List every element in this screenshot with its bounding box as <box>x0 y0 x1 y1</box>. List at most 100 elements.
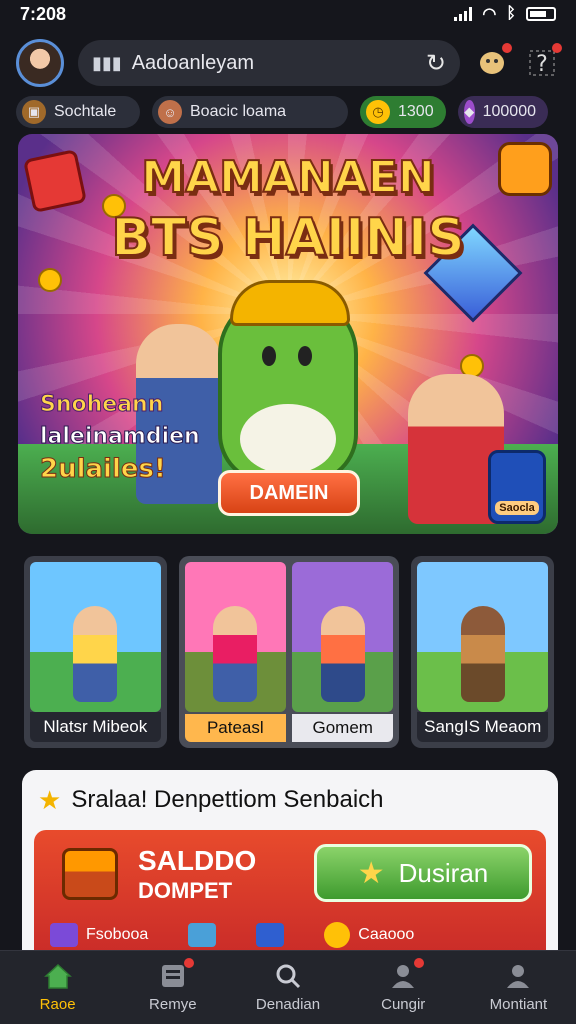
bluetooth-icon: ᛒ <box>506 5 516 22</box>
game-card-half[interactable]: Gomem <box>292 562 394 742</box>
currency-pill-gems[interactable]: ◆ 100000 <box>458 96 548 128</box>
wallet-item[interactable]: Fsobooa <box>50 923 148 947</box>
game-card[interactable]: SangIS Meaom <box>411 556 555 748</box>
game-card-label: Nlatsr Mibeok <box>30 712 161 742</box>
character-figure <box>320 606 365 702</box>
hero-side-text-2: laleinamdien <box>40 424 201 450</box>
chat-icon[interactable] <box>474 43 512 81</box>
tab-label: Raoe <box>39 996 76 1013</box>
gem-icon: ◆ <box>464 100 475 124</box>
svg-text:?: ? <box>536 52 548 77</box>
tab-label: Denadian <box>255 996 321 1013</box>
wallet-card: SALDDO DOMPET ★ Dusiran Fsobooa Caaooo <box>34 830 546 970</box>
gift-icon <box>50 923 78 947</box>
character-figure <box>73 606 118 702</box>
panel-heading-text: Sralaa! Denpettiom Senbaich <box>71 786 384 813</box>
hero-side-text-1: Snoheann <box>39 392 164 418</box>
currency-row: ▣ Sochtale ☺ Boacic loama ◷ 1300 ◆ 10000… <box>16 96 560 130</box>
signal-icon <box>454 7 473 21</box>
ticket-icon: ▣ <box>22 100 46 124</box>
currency-label: Boacic loama <box>190 103 287 120</box>
treasure-chest-icon <box>62 848 118 900</box>
wallet-title-line2: DOMPET <box>138 878 233 903</box>
hero-side-text-3: 2ulailes! <box>40 454 167 485</box>
phone-badge-icon[interactable]: Saocla <box>488 450 546 524</box>
coin-icon <box>324 922 351 948</box>
clock-coin-icon: ◷ <box>366 100 390 124</box>
hero-banner[interactable]: MAMANAEN BTS HAIINIS Snoheann laleinamdi… <box>18 134 558 534</box>
wifi-icon: ◠ <box>482 6 497 23</box>
wallet-item[interactable] <box>188 923 217 947</box>
game-card-label: Gomem <box>292 714 394 742</box>
mascot-eye <box>298 346 312 366</box>
wallet-panel: ★ Sralaa! Denpettiom Senbaich SALDDO DOM… <box>22 770 558 970</box>
mascot-belly <box>240 404 336 474</box>
news-icon <box>158 958 194 990</box>
character-figure <box>213 606 258 702</box>
status-icons: ◠ ᛒ <box>454 4 556 24</box>
currency-pill-boacic[interactable]: ☺ Boacic loama <box>152 96 348 128</box>
currency-pill-coins[interactable]: ◷ 1300 <box>360 96 446 128</box>
wallet-items: Fsobooa Caaooo <box>50 922 530 948</box>
battery-icon <box>526 7 556 21</box>
profile-icon <box>507 965 530 988</box>
card-icon <box>256 923 285 947</box>
game-card-art <box>417 562 549 712</box>
star-icon: ★ <box>357 856 385 890</box>
wallet-item[interactable]: Caaooo <box>324 922 414 948</box>
status-time: 7:208 <box>20 3 67 24</box>
address-bar[interactable]: ▮▮▮ Aadoanleyam ↻ <box>78 40 460 86</box>
game-card-art <box>292 562 394 712</box>
tab-label: Remye <box>149 996 197 1013</box>
home-icon <box>43 963 72 989</box>
refresh-icon[interactable]: ↻ <box>426 49 446 78</box>
game-cards-row: Nlatsr Mibeok Pateasl Gomem SangIS Meaom <box>24 556 555 748</box>
character-figure <box>460 606 505 702</box>
tab-search[interactable]: Denadian <box>230 951 345 1024</box>
game-card-label: Pateasl <box>184 714 287 742</box>
box-icon <box>188 923 217 947</box>
status-bar: 7:208 ◠ ᛒ <box>0 0 576 28</box>
notification-dot <box>183 958 194 968</box>
notification-dot <box>502 43 512 53</box>
wallet-item-label: Caaooo <box>358 926 415 943</box>
search-icon <box>276 964 301 989</box>
wallet-item[interactable] <box>256 923 285 947</box>
currency-value: 100000 <box>482 103 536 120</box>
character-icon: ☺ <box>158 100 182 124</box>
panel-heading: ★ Sralaa! Denpettiom Senbaich <box>22 770 558 830</box>
bottom-tab-bar: Raoe Remye Denadian Cungir Montiant <box>0 950 576 1024</box>
hero-title-line2: BTS HAIINIS <box>110 207 465 269</box>
help-icon[interactable]: ? <box>524 43 562 81</box>
game-card-featured[interactable]: Pateasl Gomem <box>178 556 400 748</box>
star-icon: ★ <box>38 784 62 815</box>
wallet-action-button[interactable]: ★ Dusiran <box>314 844 532 902</box>
notification-dot <box>414 958 425 968</box>
phone-badge-label: Saocla <box>495 501 539 515</box>
tab-label: Montiant <box>489 996 548 1013</box>
tab-news[interactable]: Remye <box>115 951 230 1024</box>
wallet-item-label: Fsobooa <box>86 926 149 943</box>
currency-pill-sochtale[interactable]: ▣ Sochtale <box>16 96 140 128</box>
tab-home[interactable]: Raoe <box>0 951 115 1024</box>
tab-profile[interactable]: Montiant <box>461 951 576 1024</box>
coin-icon <box>38 268 62 292</box>
game-card-half[interactable]: Pateasl <box>184 562 287 742</box>
wallet-title: SALDDO DOMPET <box>138 846 256 906</box>
avatar[interactable] <box>16 39 64 87</box>
mascot-hat <box>230 280 350 326</box>
wallet-title-line1: SALDDO <box>138 845 257 876</box>
friends-icon <box>388 958 425 990</box>
wallet-action-label: Dusiran <box>398 857 489 888</box>
game-card-art <box>30 562 161 712</box>
tab-label: Cungir <box>381 996 426 1013</box>
currency-value: 1300 <box>398 103 434 120</box>
hero-play-button[interactable]: DAMEIN <box>218 470 360 516</box>
game-card-label: SangIS Meaom <box>417 712 549 742</box>
tab-friends[interactable]: Cungir <box>346 951 461 1024</box>
game-card-art <box>184 562 287 712</box>
game-card[interactable]: Nlatsr Mibeok <box>24 556 167 748</box>
mascot-eye <box>262 346 276 366</box>
hero-title-line1: MAMANAEN <box>140 151 435 204</box>
address-text[interactable]: Aadoanleyam <box>132 52 416 75</box>
